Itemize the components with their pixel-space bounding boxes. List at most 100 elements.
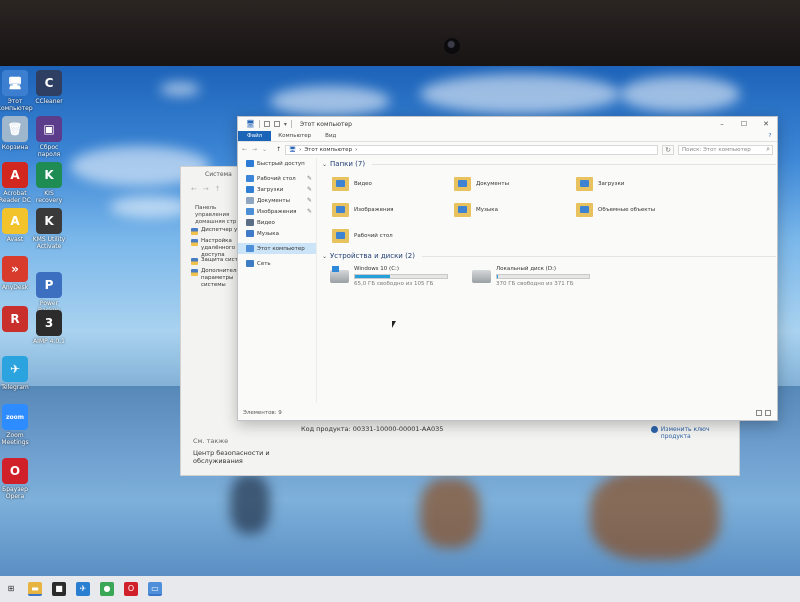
refresh-button[interactable]: ↻ <box>662 144 674 155</box>
folder-label: Загрузки <box>598 181 625 187</box>
network-icon <box>246 260 254 267</box>
sidebar-item-label: Изображения <box>257 208 297 215</box>
sidebar-item-document[interactable]: Документы ✎ <box>238 195 316 206</box>
folders-group-header[interactable]: ⌄ Папки (7) <box>320 158 776 170</box>
folder-item[interactable]: Видео <box>332 174 454 194</box>
sidebar-item-music[interactable]: Музыка <box>238 228 316 239</box>
new-folder-icon[interactable] <box>273 121 280 127</box>
properties-icon[interactable] <box>263 121 270 127</box>
security-center-link[interactable]: Центр безопасности и обслуживания <box>193 449 283 465</box>
sidebar-item-label: Музыка <box>257 230 279 237</box>
drive-item[interactable]: Локальный диск (D:) 370 ГБ свободно из 37… <box>472 266 590 288</box>
view-toggle[interactable] <box>756 410 771 416</box>
close-button[interactable]: ✕ <box>755 117 777 131</box>
pin-icon: ✎ <box>306 197 312 204</box>
details-view-icon[interactable] <box>756 410 762 416</box>
drive-name: Локальный диск (D:) <box>496 266 557 272</box>
desktop-icon-telegram[interactable]: ✈ Telegram <box>0 356 38 391</box>
drive-name: Windows 10 (C:) <box>354 266 400 272</box>
folder-icon <box>454 177 471 191</box>
tab-computer[interactable]: Компьютер <box>271 131 318 141</box>
up-arrow-icon[interactable]: ↑ <box>276 146 281 153</box>
shield-icon <box>191 269 198 276</box>
pc-icon: 🖥 <box>2 70 28 96</box>
rar-icon: R <box>2 306 28 332</box>
desktop-icon-aimp[interactable]: 3 AIMP 4.0.1 <box>26 310 72 345</box>
taskbar-start-icon[interactable]: ⊞ <box>4 582 18 596</box>
folder-icon <box>576 203 593 217</box>
search-input[interactable]: Поиск: Этот компьютер ⌕ <box>678 144 773 155</box>
chevron-down-icon[interactable]: ▾ <box>284 121 287 128</box>
kms-icon: K <box>36 208 62 234</box>
desktop-icon-label: CCleaner <box>35 98 63 105</box>
sidebar-item-star[interactable]: Быстрый доступ <box>238 158 316 169</box>
folder-label: Документы <box>476 181 509 187</box>
drive-item[interactable]: Windows 10 (C:) 65,0 ГБ свободно из 105 Г… <box>330 266 448 288</box>
system-nav-arrows[interactable]: ←→↑ <box>191 185 227 193</box>
desktop-icon <box>246 175 254 182</box>
shield-icon <box>191 258 198 265</box>
desktop-icon-ccleaner[interactable]: C CCleaner <box>26 70 72 105</box>
address-text: Этот компьютер <box>304 146 353 153</box>
folder-icon <box>332 203 349 217</box>
taskbar-store-icon[interactable]: ■ <box>52 582 66 596</box>
folder-item[interactable]: Документы <box>454 174 576 194</box>
folder-item[interactable]: Музыка <box>454 200 576 220</box>
see-also-heading: См. также <box>193 437 229 445</box>
explorer-titlebar[interactable]: 🖥 ▾ Этот компьютер <box>238 117 777 131</box>
sidebar-item-label: Видео <box>257 219 275 226</box>
folder-label: Рабочий стол <box>354 233 393 239</box>
folder-item[interactable]: Изображения <box>332 200 454 220</box>
anydesk-icon: » <box>2 256 28 282</box>
sidebar-item-picture[interactable]: Изображения ✎ <box>238 206 316 217</box>
chevron-right-icon: › <box>299 146 302 153</box>
taskbar-opera-icon[interactable]: O <box>124 582 138 596</box>
document-icon <box>246 197 254 204</box>
navigation-pane: Быстрый доступ Рабочий стол ✎ Загрузки ✎ Доку… <box>238 158 317 403</box>
folder-item[interactable]: Загрузки <box>576 174 698 194</box>
desktop-icon-kms[interactable]: K KMS Utility Activate <box>26 208 72 250</box>
drive-usage-bar <box>354 274 448 279</box>
computer-icon: 🖥 <box>246 120 255 128</box>
help-icon[interactable]: ? <box>763 131 777 141</box>
folder-item[interactable]: Объемные объекты <box>576 200 698 220</box>
sidebar-item-computer[interactable]: Этот компьютер <box>238 243 316 254</box>
explorer-window[interactable]: 🖥 ▾ Этот компьютер – ☐ ✕ Файл Компьютер … <box>237 116 778 421</box>
chevron-down-icon: ⌄ <box>322 252 328 260</box>
sidebar-item-video[interactable]: Видео <box>238 217 316 228</box>
change-product-key-link[interactable]: Изменить ключ продукта <box>651 426 739 440</box>
address-row: ←→⌄ ↑ 🖥 › Этот компьютер › ↻ Поиск: Этот… <box>238 142 777 157</box>
chevron-right-icon: › <box>355 146 358 153</box>
drives-group-header[interactable]: ⌄ Устройства и диски (2) <box>320 250 776 262</box>
folder-item[interactable]: Рабочий стол <box>332 226 454 246</box>
sidebar-item-download[interactable]: Загрузки ✎ <box>238 184 316 195</box>
tab-view[interactable]: Вид <box>318 131 343 141</box>
computer-icon <box>246 245 254 252</box>
desktop-icon-kaspersky[interactable]: K KIS recovery <box>26 162 72 204</box>
ribbon: Файл Компьютер Вид ? <box>238 131 777 142</box>
status-bar-count: Элементов: 9 <box>243 410 282 416</box>
address-bar[interactable]: 🖥 › Этот компьютер › <box>285 144 658 155</box>
large-icons-view-icon[interactable] <box>765 410 771 416</box>
taskbar-chrome-icon[interactable]: ● <box>100 582 114 596</box>
taskbar-explorer-icon[interactable]: ▬ <box>28 582 42 596</box>
desktop-icon-winrar[interactable]: ▣ Сброс пароля <box>26 116 72 158</box>
pin-icon: ✎ <box>306 208 312 215</box>
desktop-icon-zoom[interactable]: zoom Zoom Meetings <box>0 404 38 446</box>
pin-icon: ✎ <box>306 186 312 193</box>
tab-file[interactable]: Файл <box>238 131 272 141</box>
window-title: Этот компьютер <box>299 120 352 128</box>
desktop-icon-opera[interactable]: O Браузер Opera <box>0 458 38 500</box>
minimize-button[interactable]: – <box>711 117 733 131</box>
sidebar-item-label: Этот компьютер <box>257 245 305 252</box>
maximize-button[interactable]: ☐ <box>733 117 755 131</box>
sidebar-item-network[interactable]: Сеть <box>238 258 316 269</box>
star-icon <box>246 160 254 167</box>
sidebar-item-desktop[interactable]: Рабочий стол ✎ <box>238 173 316 184</box>
taskbar-network-icon[interactable]: ✈ <box>76 582 90 596</box>
desktop-icon-label: Zoom Meetings <box>1 432 29 446</box>
avast-icon: A <box>2 208 28 234</box>
shield-icon <box>191 228 198 235</box>
taskbar-window-icon[interactable]: ▭ <box>148 582 162 596</box>
nav-arrows[interactable]: ←→⌄ <box>242 146 272 153</box>
